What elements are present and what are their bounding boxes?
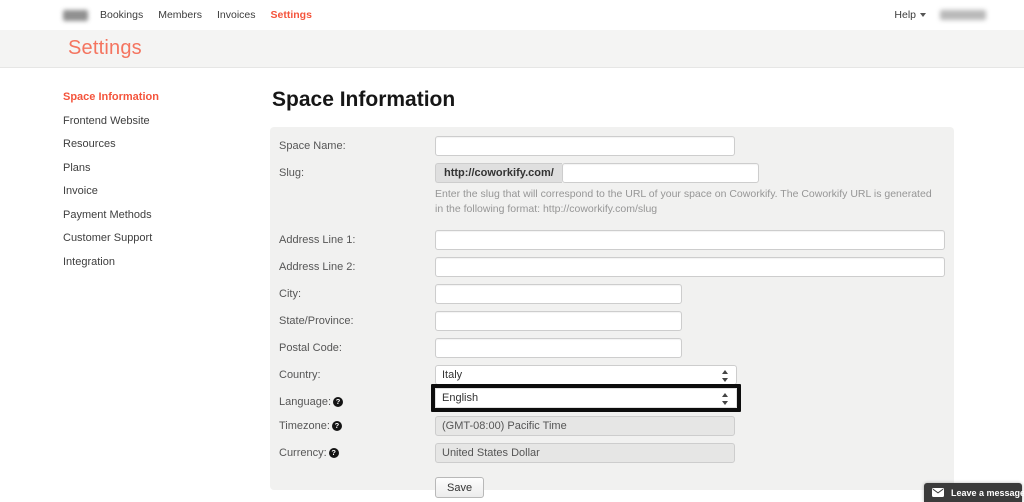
form-row-save: Save bbox=[279, 470, 945, 498]
save-button[interactable]: Save bbox=[435, 477, 485, 498]
help-icon[interactable]: ? bbox=[333, 397, 343, 407]
sidebar-item-resources[interactable]: Resources bbox=[63, 139, 243, 150]
form-row-timezone: Timezone:? (GMT-08:00) Pacific Time bbox=[279, 416, 945, 436]
form-row-state: State/Province: bbox=[279, 311, 945, 331]
language-selected-value: English bbox=[442, 392, 479, 404]
form-row-slug: Slug: http://coworkify.com/ Enter the sl… bbox=[279, 163, 945, 230]
user-menu[interactable] bbox=[940, 10, 986, 20]
section-heading: Space Information bbox=[272, 88, 456, 111]
envelope-icon bbox=[932, 488, 944, 497]
page-title: Settings bbox=[68, 37, 142, 59]
city-label: City: bbox=[279, 288, 301, 300]
nav-item-members[interactable]: Members bbox=[158, 9, 202, 21]
timezone-label: Timezone: bbox=[279, 420, 330, 432]
space-name-label: Space Name: bbox=[279, 140, 346, 152]
timezone-field: (GMT-08:00) Pacific Time bbox=[435, 416, 735, 436]
form-row-city: City: bbox=[279, 284, 945, 304]
select-arrows-icon bbox=[722, 392, 729, 406]
form-row-address1: Address Line 1: bbox=[279, 230, 945, 250]
postal-code-input[interactable] bbox=[435, 338, 682, 358]
form-row-country: Country: Italy bbox=[279, 365, 945, 385]
form-row-address2: Address Line 2: bbox=[279, 257, 945, 277]
address-line-1-input[interactable] bbox=[435, 230, 945, 250]
country-select[interactable]: Italy bbox=[435, 365, 737, 385]
postal-label: Postal Code: bbox=[279, 342, 342, 354]
help-menu[interactable]: Help bbox=[894, 9, 926, 21]
form-row-currency: Currency:? United States Dollar bbox=[279, 443, 945, 463]
country-label: Country: bbox=[279, 369, 321, 381]
sidebar-item-frontend-website[interactable]: Frontend Website bbox=[63, 115, 243, 127]
language-label: Language: bbox=[279, 396, 331, 408]
page-header-band: Settings bbox=[0, 30, 1024, 68]
slug-label: Slug: bbox=[279, 167, 305, 179]
select-arrows-icon bbox=[722, 369, 729, 383]
chevron-down-icon bbox=[920, 13, 926, 17]
form-row-language: Language:? English bbox=[279, 384, 945, 412]
currency-field: United States Dollar bbox=[435, 443, 735, 463]
form-row-postal: Postal Code: bbox=[279, 338, 945, 358]
help-icon[interactable]: ? bbox=[328, 448, 339, 458]
state-label: State/Province: bbox=[279, 315, 354, 327]
slug-url-prefix: http://coworkify.com/ bbox=[435, 163, 562, 183]
slug-help-text: Enter the slug that will correspond to t… bbox=[435, 188, 932, 215]
language-highlight-box: English bbox=[431, 384, 741, 412]
nav-item-invoices[interactable]: Invoices bbox=[217, 9, 256, 21]
currency-label: Currency: bbox=[279, 447, 327, 459]
help-icon[interactable]: ? bbox=[331, 421, 342, 431]
sidebar-item-payment-methods[interactable]: Payment Methods bbox=[63, 209, 243, 221]
settings-sidebar: Space Information Frontend Website Resou… bbox=[63, 92, 243, 280]
space-name-input[interactable] bbox=[435, 136, 735, 156]
city-input[interactable] bbox=[435, 284, 682, 304]
sidebar-item-customer-support[interactable]: Customer Support bbox=[63, 233, 243, 244]
app-logo bbox=[63, 9, 88, 21]
address1-label: Address Line 1: bbox=[279, 234, 356, 246]
chat-widget-label: Leave a message bbox=[951, 487, 1024, 498]
country-selected-value: Italy bbox=[442, 369, 463, 381]
sidebar-item-space-information[interactable]: Space Information bbox=[63, 92, 243, 103]
address2-label: Address Line 2: bbox=[279, 261, 356, 273]
top-navbar: Bookings Members Invoices Settings Help bbox=[0, 0, 1024, 30]
nav-item-settings[interactable]: Settings bbox=[271, 9, 312, 21]
address-line-2-input[interactable] bbox=[435, 257, 945, 277]
slug-input[interactable] bbox=[561, 163, 759, 183]
sidebar-item-invoice[interactable]: Invoice bbox=[63, 186, 243, 197]
state-province-input[interactable] bbox=[435, 311, 682, 331]
form-row-space-name: Space Name: bbox=[279, 136, 945, 156]
sidebar-item-integration[interactable]: Integration bbox=[63, 256, 243, 268]
language-select[interactable]: English bbox=[435, 388, 737, 408]
help-label: Help bbox=[894, 9, 916, 21]
sidebar-item-plans[interactable]: Plans bbox=[63, 162, 243, 174]
leave-a-message-button[interactable]: Leave a message bbox=[924, 483, 1024, 502]
nav-item-bookings[interactable]: Bookings bbox=[100, 9, 143, 21]
space-information-form: Space Name: Slug: http://coworkify.com/ … bbox=[270, 127, 954, 498]
